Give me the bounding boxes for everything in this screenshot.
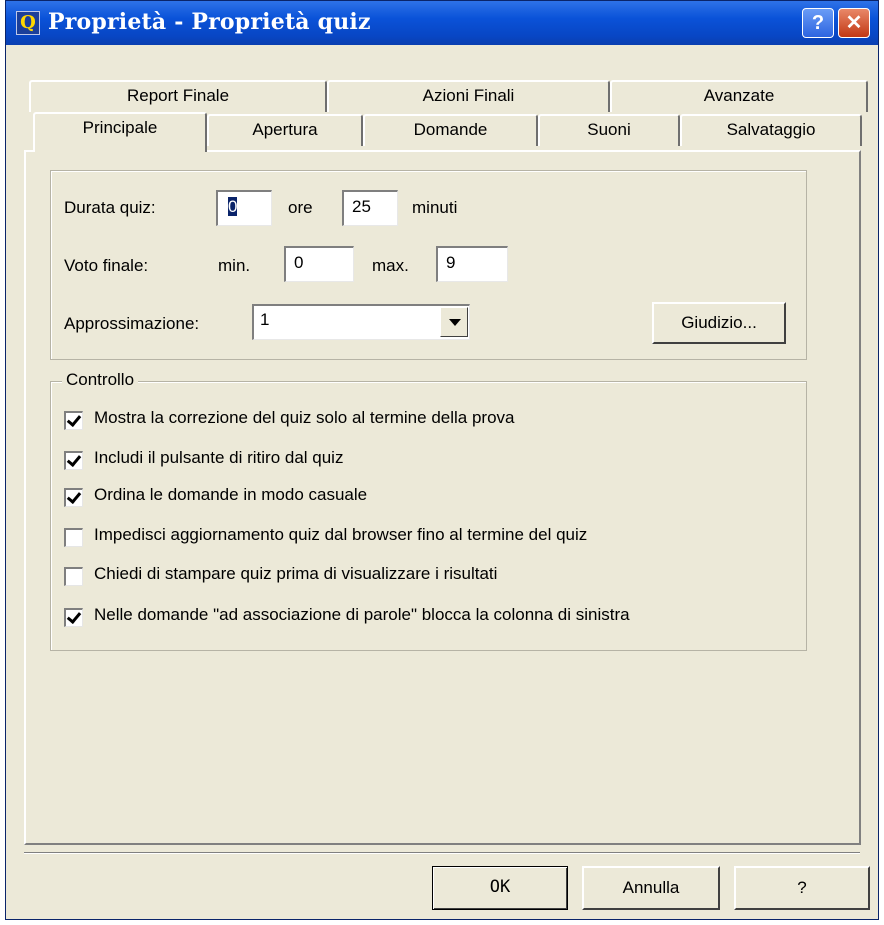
footer-separator xyxy=(24,852,860,854)
voto-max-label: max. xyxy=(372,256,409,275)
checkbox-label: Includi il pulsante di ritiro dal quiz xyxy=(94,448,344,467)
controllo-legend: Controllo xyxy=(62,370,139,390)
checkbox-label: Impedisci aggiornamento quiz dal browser… xyxy=(94,525,588,544)
checkbox-blocca-colonna[interactable] xyxy=(64,608,83,627)
approssimazione-label: Approssimazione: xyxy=(64,314,200,333)
ok-button[interactable]: OK xyxy=(432,866,568,910)
tab-suoni[interactable]: Suoni xyxy=(538,114,680,146)
title-close-button[interactable]: ✕ xyxy=(838,8,870,38)
checkbox-impedisci-aggiornamento[interactable] xyxy=(64,528,83,547)
checkbox-label: Nelle domande "ad associazione di parole… xyxy=(94,605,630,624)
checkbox-chiedi-stampa[interactable] xyxy=(64,567,83,586)
ore-label: ore xyxy=(288,198,313,217)
annulla-button[interactable]: Annulla xyxy=(582,866,720,910)
durata-quiz-label: Durata quiz: xyxy=(64,198,156,217)
tab-salvataggio[interactable]: Salvataggio xyxy=(680,114,862,146)
approssimazione-select[interactable]: 1 xyxy=(252,304,470,340)
checkbox-label: Ordina le domande in modo casuale xyxy=(94,485,368,504)
title-help-button[interactable]: ? xyxy=(802,8,834,38)
voto-finale-label: Voto finale: xyxy=(64,256,149,275)
tab-apertura[interactable]: Apertura xyxy=(207,114,363,146)
checkbox-ordine-casuale[interactable] xyxy=(64,488,83,507)
checkbox-label: Chiedi di stampare quiz prima di visuali… xyxy=(94,564,498,583)
ore-value: 0 xyxy=(228,197,238,216)
giudizio-button[interactable]: Giudizio... xyxy=(652,302,786,344)
app-q-icon: Q xyxy=(16,11,40,35)
tab-principale[interactable]: Principale xyxy=(33,112,207,152)
tab-avanzate[interactable]: Avanzate xyxy=(610,80,868,112)
chevron-down-icon[interactable] xyxy=(440,307,468,337)
ore-field[interactable]: 0 xyxy=(216,190,272,226)
approssimazione-value: 1 xyxy=(260,310,270,329)
tab-azioni-finali[interactable]: Azioni Finali xyxy=(327,80,610,112)
help-button[interactable]: ? xyxy=(734,866,870,910)
minuti-label: minuti xyxy=(412,198,458,217)
voto-min-label: min. xyxy=(218,256,251,275)
title-bar[interactable]: Q Proprietà - Proprietà quiz ? ✕ xyxy=(6,1,878,45)
tab-report-finale[interactable]: Report Finale xyxy=(29,80,327,112)
voto-max-field[interactable]: 9 xyxy=(436,246,508,282)
checkbox-pulsante-ritiro[interactable] xyxy=(64,451,83,470)
checkbox-label: Mostra la correzione del quiz solo al te… xyxy=(94,408,515,427)
voto-min-field[interactable]: 0 xyxy=(284,246,354,282)
minuti-field[interactable]: 25 xyxy=(342,190,398,226)
checkbox-mostra-correzione[interactable] xyxy=(64,411,83,430)
tab-domande[interactable]: Domande xyxy=(363,114,538,146)
window-title: Proprietà - Proprietà quiz xyxy=(48,9,371,35)
